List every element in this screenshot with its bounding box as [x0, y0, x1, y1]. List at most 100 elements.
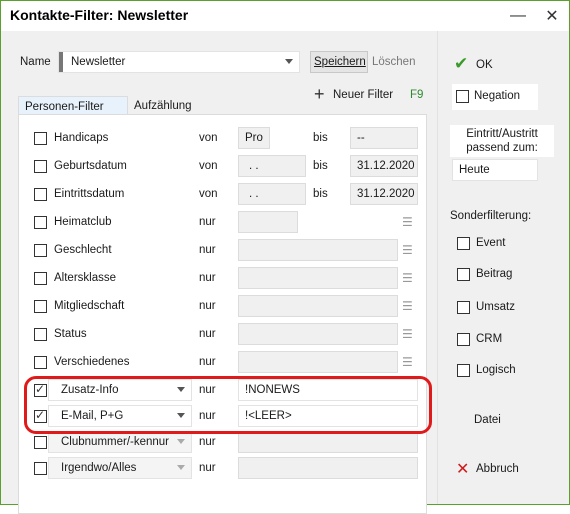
- list-icon[interactable]: ☰: [402, 300, 416, 312]
- list-icon[interactable]: ☰: [402, 328, 416, 340]
- verschiedenes-checkbox[interactable]: [34, 356, 47, 369]
- geburtsdatum-label: Geburtsdatum: [54, 160, 127, 172]
- status-op: nur: [199, 328, 216, 340]
- chevron-down-icon: [285, 59, 293, 64]
- clubnummer-combo[interactable]: Clubnummer/-kennur: [48, 431, 192, 453]
- list-icon[interactable]: ☰: [402, 356, 416, 368]
- clubnummer-checkbox[interactable]: [34, 436, 47, 449]
- altersklasse-checkbox[interactable]: [34, 272, 47, 285]
- mitgliedschaft-value[interactable]: [238, 295, 398, 317]
- eintrittsdatum-from[interactable]: . .: [238, 183, 306, 205]
- geburtsdatum-bis: bis: [313, 160, 328, 172]
- geschlecht-checkbox[interactable]: [34, 244, 47, 257]
- name-combo-accent: [59, 52, 63, 72]
- mitgliedschaft-checkbox[interactable]: [34, 300, 47, 313]
- event-label: Event: [476, 237, 506, 249]
- new-filter-shortcut: F9: [410, 89, 424, 101]
- negation-checkbox[interactable]: [456, 90, 469, 103]
- window-title: Kontakte-Filter: Newsletter: [10, 7, 189, 23]
- heimatclub-label: Heimatclub: [54, 216, 112, 228]
- list-icon[interactable]: ☰: [402, 244, 416, 256]
- negation-toggle[interactable]: Negation: [452, 84, 538, 110]
- eintritt-box: Eintritt/Austritt passend zum:: [450, 125, 554, 157]
- mitgliedschaft-label: Mitgliedschaft: [54, 300, 125, 312]
- geburtsdatum-from[interactable]: . .: [238, 155, 306, 177]
- geschlecht-op: nur: [199, 244, 216, 256]
- new-filter-button[interactable]: + Neuer Filter F9: [308, 84, 428, 106]
- clubnummer-op: nur: [199, 436, 216, 448]
- highlight-annotation: [24, 376, 432, 434]
- handicaps-bis: bis: [313, 132, 328, 144]
- geschlecht-value[interactable]: [238, 239, 398, 261]
- negation-label: Negation: [474, 90, 521, 102]
- checkmark-icon: ✔: [454, 54, 469, 73]
- eintrittsdatum-label: Eintrittsdatum: [54, 188, 125, 200]
- close-icon[interactable]: ✕: [540, 5, 564, 27]
- geburtsdatum-to[interactable]: 31.12.2020: [350, 155, 418, 177]
- handicaps-checkbox[interactable]: [34, 132, 47, 145]
- eintritt-label-1: Eintritt/Austritt: [466, 128, 538, 140]
- eintrittsdatum-to[interactable]: 31.12.2020: [350, 183, 418, 205]
- name-combo[interactable]: Newsletter: [58, 51, 300, 73]
- plus-icon: +: [314, 84, 325, 104]
- verschiedenes-value[interactable]: [238, 351, 398, 373]
- handicaps-op: von: [199, 132, 218, 144]
- eintritt-value[interactable]: Heute: [452, 159, 538, 181]
- filter-dialog: Kontakte-Filter: Newsletter — ✕ Name New…: [0, 0, 570, 514]
- heimatclub-value[interactable]: [238, 211, 298, 233]
- close-x-icon: ✕: [456, 461, 470, 478]
- ok-button[interactable]: ✔ OK: [452, 54, 552, 77]
- irgendwo-combo[interactable]: Irgendwo/Alles: [48, 457, 192, 479]
- eintrittsdatum-checkbox[interactable]: [34, 188, 47, 201]
- geschlecht-label: Geschlecht: [54, 244, 112, 256]
- save-button[interactable]: Speichern: [310, 51, 368, 73]
- event-checkbox[interactable]: [457, 237, 470, 250]
- chevron-down-icon: [177, 465, 185, 470]
- logisch-label: Logisch: [476, 364, 516, 376]
- handicaps-from[interactable]: Pro: [238, 127, 270, 149]
- abbruch-button[interactable]: ✕ Abbruch: [454, 458, 554, 480]
- umsatz-label: Umsatz: [476, 301, 515, 313]
- eintritt-label-2: passend zum:: [466, 142, 538, 154]
- handicaps-to[interactable]: --: [350, 127, 418, 149]
- status-value[interactable]: [238, 323, 398, 345]
- clubnummer-combo-value: Clubnummer/-kennur: [61, 436, 170, 448]
- status-checkbox[interactable]: [34, 328, 47, 341]
- altersklasse-op: nur: [199, 272, 216, 284]
- crm-checkbox[interactable]: [457, 333, 470, 346]
- verschiedenes-op: nur: [199, 356, 216, 368]
- abbruch-label: Abbruch: [476, 463, 519, 475]
- irgendwo-combo-value: Irgendwo/Alles: [61, 462, 137, 474]
- geburtsdatum-op: von: [199, 160, 218, 172]
- umsatz-checkbox[interactable]: [457, 301, 470, 314]
- crm-label: CRM: [476, 333, 503, 345]
- list-icon[interactable]: ☰: [402, 272, 416, 284]
- datei-button[interactable]: Datei: [474, 414, 501, 426]
- logisch-checkbox[interactable]: [457, 364, 470, 377]
- geburtsdatum-checkbox[interactable]: [34, 160, 47, 173]
- chevron-down-icon: [177, 439, 185, 444]
- altersklasse-value[interactable]: [238, 267, 398, 289]
- irgendwo-checkbox[interactable]: [34, 462, 47, 475]
- title-bar: Kontakte-Filter: Newsletter — ✕: [1, 1, 569, 31]
- right-panel: ✔ OK Negation Eintritt/Austritt passend …: [437, 31, 569, 504]
- beitrag-checkbox[interactable]: [457, 268, 470, 281]
- heimatclub-op: nur: [199, 216, 216, 228]
- mitgliedschaft-op: nur: [199, 300, 216, 312]
- minimize-icon[interactable]: —: [506, 5, 530, 27]
- delete-button[interactable]: Löschen: [372, 56, 415, 68]
- altersklasse-label: Altersklasse: [54, 272, 116, 284]
- irgendwo-value[interactable]: [238, 457, 418, 479]
- list-icon[interactable]: ☰: [402, 216, 416, 228]
- heimatclub-checkbox[interactable]: [34, 216, 47, 229]
- irgendwo-op: nur: [199, 462, 216, 474]
- handicaps-label: Handicaps: [54, 132, 109, 144]
- clubnummer-value[interactable]: [238, 431, 418, 453]
- name-label: Name: [20, 56, 51, 68]
- sonder-label: Sonderfilterung:: [450, 210, 532, 222]
- eintrittsdatum-bis: bis: [313, 188, 328, 200]
- status-label: Status: [54, 328, 87, 340]
- ok-label: OK: [476, 59, 493, 71]
- beitrag-label: Beitrag: [476, 268, 513, 280]
- verschiedenes-label: Verschiedenes: [54, 356, 130, 368]
